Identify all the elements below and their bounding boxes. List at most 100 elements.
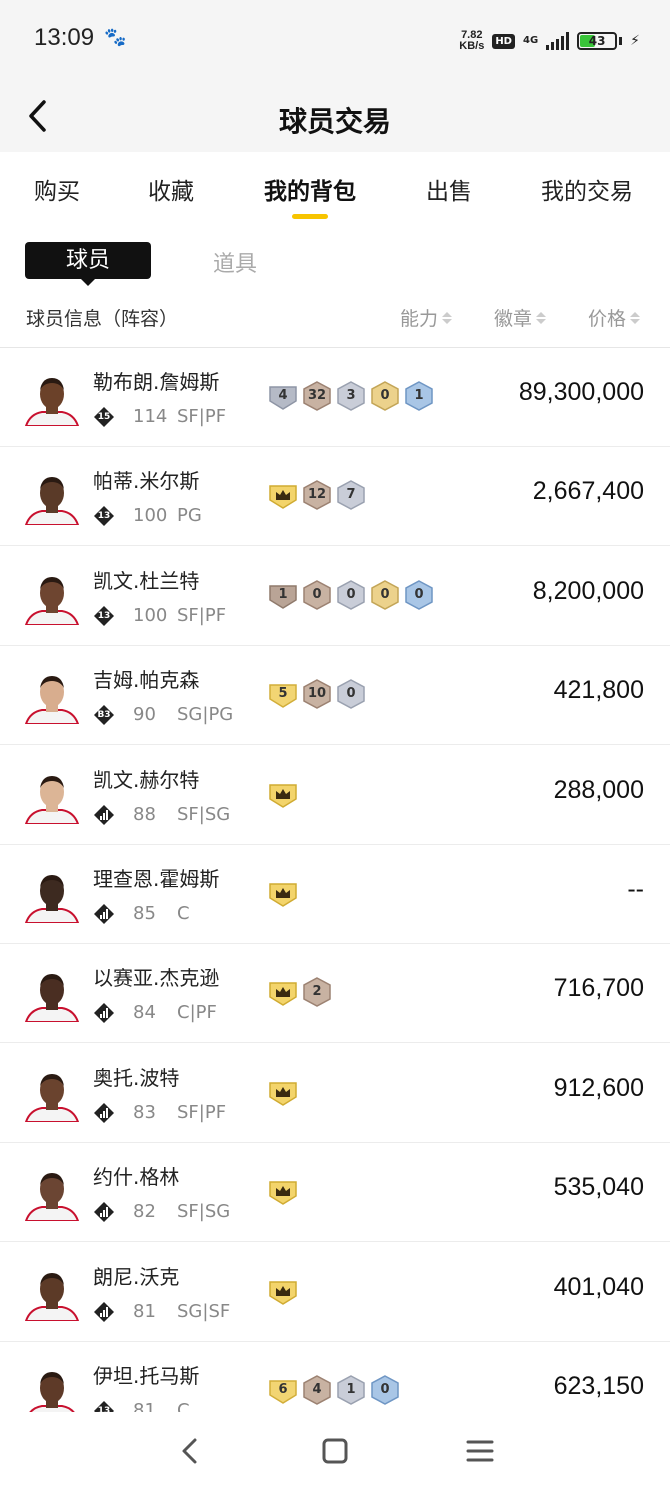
tier-diamond-icon: 13 [93,605,115,627]
player-price: 535,040 [553,1173,644,1202]
player-avatar [24,966,80,1023]
player-price: 912,600 [553,1073,644,1102]
player-rating: 83 [133,1101,156,1123]
tab-sell[interactable]: 出售 [426,172,472,206]
tier-label: 13 [97,511,111,522]
player-rating: 88 [133,803,156,825]
badge-count: 0 [414,586,424,602]
player-row[interactable]: 以赛亚.杰克逊 84 C|PF 2 716,700 [0,944,670,1044]
tab-my-trades[interactable]: 我的交易 [541,172,633,206]
player-price: 2,667,400 [532,477,644,506]
player-avatar [24,1265,80,1321]
rating-diamond-icon [93,1002,115,1024]
player-avatar [24,1165,80,1222]
player-positions: SF|PF [177,604,227,626]
badge-count: 12 [307,487,327,503]
player-row[interactable]: 帕蒂.米尔斯 13 100 PG 12 7 2,667,400 [0,447,670,547]
player-row[interactable]: 凯文.杜兰特 13 100 SF|PF 1 0 0 0 0 8,200,000 [0,547,670,646]
menu-nav-icon[interactable] [463,1434,497,1468]
badge-count: 2 [312,984,322,1000]
player-name: 理查恩.霍姆斯 [93,867,220,891]
player-positions: SF|SG [177,1201,231,1223]
player-rating: 114 [133,406,168,427]
column-header: 球员信息（阵容） 能力 徽章 价格 [0,290,670,348]
hd-icon: HD [492,33,515,49]
player-name: 约什.格林 [93,1165,180,1190]
tab-favorites[interactable]: 收藏 [148,172,194,206]
system-nav-bar [0,1412,670,1491]
tier-label: B3 [97,710,111,721]
player-positions: C [177,1400,190,1412]
tier-diamond-icon: 13 [93,505,115,527]
tier-label: 15 [97,412,111,422]
player-rating: 100 [133,604,168,626]
badge-bronze: 32 [302,381,332,411]
player-name: 以赛亚.杰克逊 [93,966,220,991]
player-name: 吉姆.帕克森 [93,668,200,693]
player-avatar [24,370,80,426]
badge-count: 0 [312,586,322,602]
badge-silver: 4 [268,381,298,411]
player-row[interactable]: 理查恩.霍姆斯 85 C -- [0,845,670,944]
player-price: 716,700 [553,974,644,1003]
player-row[interactable]: 吉姆.帕克森 B3 90 SG|PG 5 10 0 421,800 [0,646,670,746]
player-price: 8,200,000 [532,576,644,605]
back-nav-icon[interactable] [173,1434,207,1468]
status-bar: 13:09 🐾 7.82 KB/s HD 4G 43 ⚡ [0,0,670,80]
tier-diamond-icon: B3 [93,704,115,726]
player-row[interactable]: 约什.格林 82 SF|SG 535,040 [0,1143,670,1243]
status-icons: 7.82 KB/s HD 4G 43 ⚡ [459,28,640,54]
badge-count: 6 [278,1382,288,1397]
badge-count: 7 [346,487,356,503]
player-rating: 100 [133,505,168,527]
subtab-bar: 球员 道具 [0,236,670,286]
player-positions: SF|PF [177,1101,227,1123]
subtab-players[interactable]: 球员 [25,242,151,286]
player-positions: SF|PF [177,406,227,427]
badge-blue: 0 [370,1375,400,1405]
player-positions: C [177,903,190,924]
badge-gold: 0 [370,579,400,610]
tier-diamond-icon: 13 [93,1400,115,1412]
rating-diamond-icon [93,1201,115,1223]
crown-badge-icon [268,1176,298,1206]
sort-price[interactable]: 价格 [588,304,641,331]
player-row[interactable]: 勒布朗.詹姆斯 15 114 SF|PF 4 32 3 0 1 89,300,000 [0,348,670,447]
badge-list [268,1077,298,1109]
tab-my-bag[interactable]: 我的背包 [264,172,356,206]
player-name: 帕蒂.米尔斯 [93,469,200,494]
badge-count: 5 [278,686,288,702]
player-row[interactable]: 凯文.赫尔特 88 SF|SG 288,000 [0,746,670,845]
player-avatar [24,867,80,923]
badge-silver-light: 7 [336,480,366,511]
player-name: 朗尼.沃克 [93,1264,180,1289]
badge-list [268,779,298,811]
badge-list: 5 10 0 [268,679,366,711]
subtab-items[interactable]: 道具 [213,246,257,278]
player-positions: PG [177,505,202,527]
player-list: 勒布朗.詹姆斯 15 114 SF|PF 4 32 3 0 1 89,300,000 帕蒂.米尔斯 1… [0,348,670,1412]
badge-list: 12 7 [268,480,366,512]
signal-icon [546,32,570,50]
sort-arrows-icon [630,311,641,324]
player-name: 伊坦.托马斯 [93,1364,200,1388]
player-rating: 81 [133,1300,156,1322]
rating-diamond-icon [93,804,115,826]
player-row[interactable]: 奥托.波特 83 SF|PF 912,600 [0,1044,670,1143]
badge-bronze: 12 [302,480,332,511]
sort-ability[interactable]: 能力 [400,304,453,331]
player-row[interactable]: 朗尼.沃克 81 SG|SF 401,040 [0,1243,670,1342]
player-row[interactable]: 伊坦.托马斯 13 81 C 6 4 1 0 623,150 [0,1342,670,1412]
player-rating: 82 [133,1201,156,1223]
sort-badges[interactable]: 徽章 [494,304,547,331]
status-time: 13:09 [34,24,95,51]
badge-count: 4 [312,1382,322,1397]
home-nav-icon[interactable] [318,1434,352,1468]
tab-buy[interactable]: 购买 [34,172,80,206]
player-avatar [24,469,80,526]
player-price: 421,800 [553,676,644,705]
battery-icon: 43 [577,32,618,50]
player-avatar [24,1364,80,1412]
player-rating: 85 [133,903,156,924]
crown-badge-icon [268,779,298,809]
